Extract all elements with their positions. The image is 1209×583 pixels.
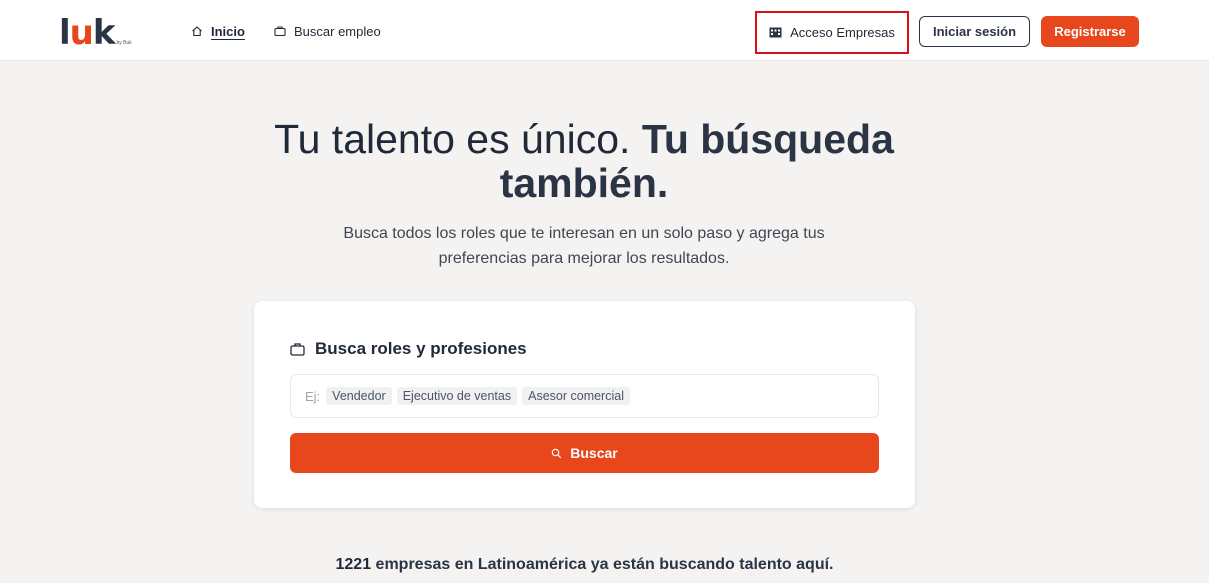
search-button[interactable]: Buscar: [290, 433, 879, 473]
hero-title-bold-1: Tu búsqueda: [641, 116, 894, 162]
home-icon: [191, 25, 203, 37]
acceso-empresas-button[interactable]: Acceso Empresas: [755, 11, 909, 54]
hero-title-regular: Tu talento es único.: [274, 116, 631, 162]
nav-inicio[interactable]: Inicio: [191, 22, 245, 40]
search-card-title-text: Busca roles y profesiones: [315, 339, 527, 358]
search-card-title: Busca roles y profesiones: [290, 339, 527, 359]
search-icon: [551, 448, 562, 459]
companies-count: 1221: [335, 556, 372, 573]
nav-buscar-empleo-label: Buscar empleo: [294, 23, 381, 39]
example-chip-vendedor[interactable]: Vendedor: [326, 387, 392, 405]
nav-inicio-label: Inicio: [211, 23, 245, 39]
roles-search-input[interactable]: Ej: Vendedor Ejecutivo de ventas Asesor …: [290, 374, 879, 418]
nav-buscar-empleo[interactable]: Buscar empleo: [274, 22, 381, 40]
login-button[interactable]: Iniciar sesión: [919, 16, 1030, 47]
example-chip-ejecutivo-de-ventas[interactable]: Ejecutivo de ventas: [396, 387, 518, 405]
search-card: Busca roles y profesiones Ej: Vendedor E…: [254, 301, 915, 508]
hero-title: Tu talento es único. Tu búsqueda también…: [200, 117, 968, 205]
example-chip-asesor-comercial[interactable]: Asesor comercial: [522, 387, 630, 405]
register-button[interactable]: Registrarse: [1041, 16, 1139, 47]
briefcase-icon: [274, 25, 286, 37]
building-icon: [769, 27, 782, 38]
top-navbar: luk by Buk Inicio Buscar empleo Acceso E…: [0, 0, 1209, 61]
acceso-empresas-label: Acceso Empresas: [790, 25, 895, 40]
companies-stat: 1221 empresas en Latinoamérica ya están …: [0, 556, 1169, 574]
search-button-label: Buscar: [570, 445, 618, 461]
search-example-prefix: Ej:: [305, 388, 321, 404]
logo-wordmark: luk: [59, 13, 115, 53]
hero-title-bold-2: también.: [499, 160, 669, 206]
logo-byline: by Buk: [116, 40, 132, 46]
briefcase-icon: [290, 342, 305, 356]
hero-subtitle: Busca todos los roles que te interesan e…: [343, 225, 825, 267]
luk-logo[interactable]: luk by Buk: [59, 13, 132, 53]
companies-stat-text: empresas en Latinoamérica ya están busca…: [375, 556, 834, 573]
